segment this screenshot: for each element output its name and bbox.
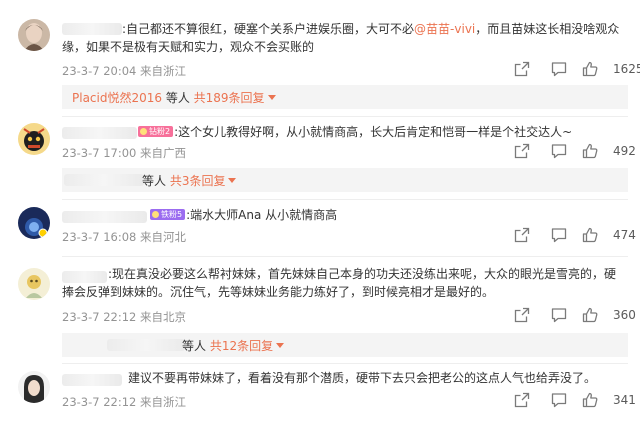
divider	[62, 363, 628, 364]
comment-date: 23-3-7 20:04	[62, 64, 137, 78]
reply-summary: 等人 共3条回复	[62, 168, 628, 192]
comment-actions: 474	[514, 227, 636, 245]
comment-icon[interactable]	[551, 392, 567, 410]
comment-meta: 23-3-7 16:08 来自河北	[62, 229, 186, 245]
share-icon[interactable]	[514, 392, 530, 410]
comment-text: 建议不要再带妹妹了，看着没有那个潜质，硬带下去只会把老公的这点人气也给弄没了。	[62, 369, 628, 387]
divider	[62, 199, 628, 200]
comment-icon[interactable]	[551, 227, 567, 245]
comment-location: 来自北京	[140, 310, 187, 324]
comment-date: 23-3-7 17:00	[62, 146, 137, 160]
reply-summary-text: Placid悦然2016 等人 共189条回复	[72, 89, 276, 106]
comment-actions: 360	[514, 307, 636, 325]
like-count: 474	[613, 228, 636, 242]
avatar[interactable]	[18, 207, 50, 239]
comment-meta: 23-3-7 22:12 来自北京	[62, 309, 186, 325]
like-icon[interactable]	[582, 61, 598, 79]
share-icon[interactable]	[514, 61, 530, 79]
like-icon[interactable]	[582, 143, 598, 161]
comment-location: 来自浙江	[140, 64, 187, 78]
comment-text-part: :现在真没必要这么帮衬妹妹，首先妹妹自己本身的功夫还没练出来呢，大众的眼光是雪亮…	[62, 267, 617, 299]
avatar[interactable]	[18, 371, 50, 403]
comment-text: 铁粉5:端水大师Ana 从小就情商高	[62, 206, 628, 224]
reply-summary-text: 等人 共12条回复	[182, 337, 285, 354]
reply-summary: Placid悦然2016 等人 共189条回复	[62, 85, 628, 109]
comment-location: 来自浙江	[140, 395, 187, 409]
comment-actions: 341	[514, 392, 636, 410]
comment-text: 钻粉2:这个女儿教得好啊，从小就情商高，长大后肯定和恺哥一样是个社交达人~	[62, 123, 628, 141]
reply-suffix: 等人	[162, 91, 194, 105]
comment-text: :自己都还不算很红，硬塞个关系户进娱乐圈，大可不必@苗苗-vivi，而且苗妹这长…	[62, 20, 628, 56]
avatar[interactable]	[18, 19, 50, 51]
comment-date: 23-3-7 22:12	[62, 310, 137, 324]
fan-badge: 铁粉5	[150, 209, 186, 220]
comment-date: 23-3-7 22:12	[62, 395, 137, 409]
comment-text-part: 建议不要再带妹妹了，看着没有那个潜质，硬带下去只会把老公的这点人气也给弄没了。	[128, 371, 597, 385]
caret-down-icon[interactable]	[276, 343, 285, 348]
share-icon[interactable]	[514, 227, 530, 245]
avatar[interactable]	[18, 123, 50, 155]
caret-down-icon[interactable]	[228, 178, 237, 183]
more-replies-link[interactable]: 共3条回复	[170, 174, 226, 188]
comment-meta: 23-3-7 20:04 来自浙江	[62, 63, 186, 79]
badge-label: 铁粉5	[161, 210, 183, 219]
badge-icon	[140, 128, 147, 135]
mention-link[interactable]: @苗苗-vivi	[414, 22, 475, 36]
like-count: 341	[613, 393, 636, 407]
comment-icon[interactable]	[551, 143, 567, 161]
like-count: 492	[613, 144, 636, 158]
comment-actions: 492	[514, 143, 636, 161]
reply-username[interactable]	[64, 174, 144, 186]
comment-text-part: :这个女儿教得好啊，从小就情商高，长大后肯定和恺哥一样是个社交达人~	[174, 125, 573, 139]
divider	[62, 256, 628, 257]
share-icon[interactable]	[514, 143, 530, 161]
like-icon[interactable]	[582, 227, 598, 245]
fan-badge: 钻粉2	[138, 126, 174, 137]
comment-icon[interactable]	[551, 307, 567, 325]
like-icon[interactable]	[582, 392, 598, 410]
reply-suffix: 等人	[182, 339, 210, 353]
share-icon[interactable]	[514, 307, 530, 325]
comment-actions: 1625	[514, 61, 640, 79]
more-replies-link[interactable]: 共12条回复	[210, 339, 273, 353]
like-count: 1625	[613, 62, 640, 76]
comment-text-part: :端水大师Ana 从小就情商高	[186, 208, 338, 222]
more-replies-link[interactable]: 共189条回复	[194, 91, 265, 105]
divider	[62, 116, 628, 117]
caret-down-icon[interactable]	[267, 95, 276, 100]
comment-date: 23-3-7 16:08	[62, 230, 137, 244]
like-count: 360	[613, 308, 636, 322]
badge-icon	[152, 211, 159, 218]
comment-icon[interactable]	[551, 61, 567, 79]
avatar[interactable]	[18, 268, 50, 300]
reply-username[interactable]	[107, 339, 185, 351]
badge-label: 钻粉2	[149, 127, 171, 136]
comment-meta: 23-3-7 17:00 来自广西	[62, 145, 186, 161]
reply-username[interactable]: Placid悦然2016	[72, 91, 162, 105]
reply-summary: 等人 共12条回复	[62, 333, 628, 357]
comment-text: :现在真没必要这么帮衬妹妹，首先妹妹自己本身的功夫还没练出来呢，大众的眼光是雪亮…	[62, 265, 628, 301]
reply-suffix: 等人	[142, 174, 170, 188]
comment-text-part: :自己都还不算很红，硬塞个关系户进娱乐圈，大可不必	[122, 22, 415, 36]
comment-location: 来自河北	[140, 230, 187, 244]
comment-location: 来自广西	[140, 146, 187, 160]
comment-meta: 23-3-7 22:12 来自浙江	[62, 394, 186, 410]
reply-summary-text: 等人 共3条回复	[142, 172, 237, 189]
like-icon[interactable]	[582, 307, 598, 325]
